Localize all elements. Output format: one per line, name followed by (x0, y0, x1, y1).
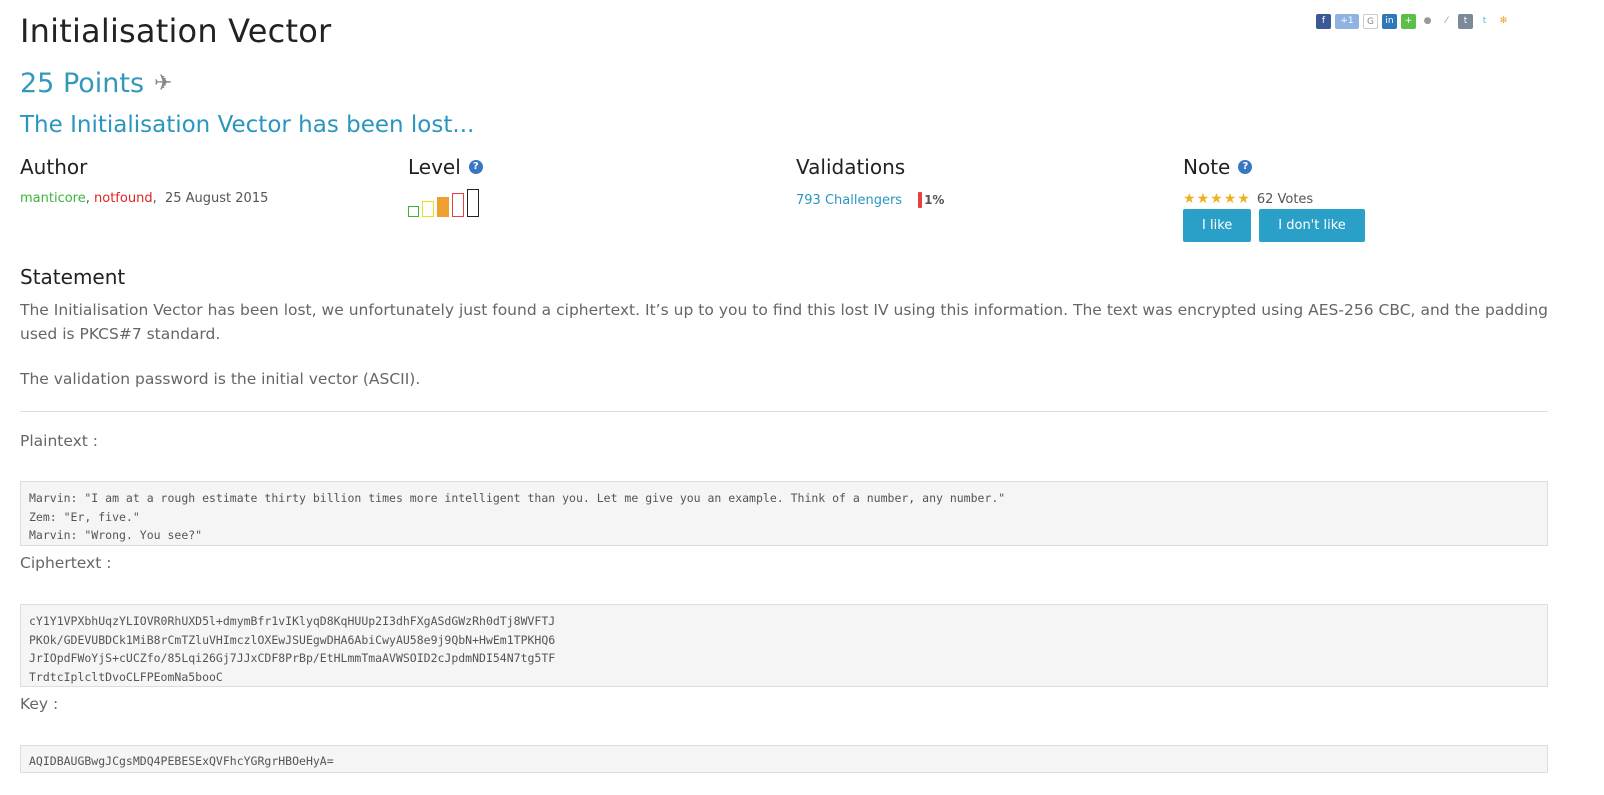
ciphertext-label: Ciphertext : (20, 554, 112, 572)
challengers-link[interactable]: 793 Challengers (796, 193, 902, 208)
help-icon[interactable]: ? (1238, 160, 1253, 174)
level-box-5[interactable] (467, 189, 479, 217)
star-icon: ★ (1223, 191, 1237, 207)
level-box-2[interactable] (422, 201, 434, 217)
validations-column: Validations 793 Challengers 1% (796, 155, 944, 208)
validation-percent: 1% (918, 192, 944, 208)
author-heading-label: Author (20, 155, 88, 179)
plaintext-block[interactable]: Marvin: "I am at a rough estimate thirty… (20, 481, 1548, 546)
points-line: 25 Points ✈ (20, 68, 172, 99)
bug-icon: ✈ (154, 71, 173, 96)
level-column: Level? (408, 155, 483, 217)
plaintext-label: Plaintext : (20, 432, 99, 450)
google-icon[interactable]: G (1363, 14, 1378, 29)
level-box-4[interactable] (452, 193, 464, 217)
divider (20, 411, 1548, 412)
author-column: Author manticore, notfound, 25 August 20… (20, 155, 268, 206)
share-bar: f +1 G in + ● ⁄ t t ✻ (1316, 14, 1511, 29)
validations-heading: Validations (796, 155, 944, 179)
author-date: 25 August 2015 (164, 191, 269, 206)
validations-heading-label: Validations (796, 155, 906, 179)
points-value: 25 Points (20, 68, 145, 99)
linkedin-icon[interactable]: in (1382, 14, 1397, 29)
author-meta: manticore, notfound, 25 August 2015 (20, 191, 268, 206)
facebook-icon[interactable]: f (1316, 14, 1331, 29)
note-heading: Note? (1183, 155, 1365, 179)
level-heading: Level? (408, 155, 483, 179)
percent-value: 1% (924, 193, 945, 207)
tumblr-icon[interactable]: t (1458, 14, 1473, 29)
level-box-3[interactable] (437, 197, 449, 217)
challenge-subtitle: The Initialisation Vector has been lost.… (20, 112, 475, 138)
star-icon: ★ (1196, 191, 1210, 207)
page-title: Initialisation Vector (20, 12, 332, 50)
dislike-button[interactable]: I don't like (1259, 209, 1365, 242)
validations-meta: 793 Challengers 1% (796, 192, 944, 208)
level-indicator (408, 187, 483, 217)
level-box-1[interactable] (408, 206, 419, 217)
key-block[interactable]: AQIDBAUGBwgJCgsMDQ4PEBESExQVFhcYGRgrHBOe… (20, 745, 1548, 773)
author-separator: , (85, 191, 95, 206)
reddit-icon[interactable]: ● (1420, 14, 1435, 29)
google-plus-icon[interactable]: +1 (1335, 14, 1359, 29)
vote-buttons: I like I don't like (1183, 209, 1365, 242)
add-icon[interactable]: + (1401, 14, 1416, 29)
author-separator: , (152, 191, 165, 206)
note-column: Note? ★ ★ ★ ★ ★ 62 Votes I like I don't … (1183, 155, 1365, 242)
author-heading: Author (20, 155, 268, 179)
statement-heading: Statement (20, 265, 126, 289)
rating-stars: ★ ★ ★ ★ ★ 62 Votes (1183, 191, 1365, 207)
star-icon: ★ (1237, 191, 1250, 207)
author-link-2[interactable]: notfound (94, 191, 153, 206)
level-heading-label: Level (408, 155, 461, 179)
more-share-icon[interactable]: ✻ (1496, 14, 1511, 29)
help-icon[interactable]: ? (468, 160, 483, 174)
note-heading-label: Note (1183, 155, 1231, 179)
author-link-1[interactable]: manticore (20, 191, 86, 206)
percent-bar (918, 192, 923, 208)
key-label: Key : (20, 695, 59, 713)
star-icon: ★ (1183, 191, 1196, 207)
like-button[interactable]: I like (1183, 209, 1252, 242)
votes-count: 62 Votes (1256, 191, 1314, 207)
delicious-icon[interactable]: ⁄ (1439, 14, 1454, 29)
star-icon: ★ (1210, 191, 1223, 207)
ciphertext-block[interactable]: cY1Y1VPXbhUqzYLIOVR0RhUXD5l+dmymBfr1vIKl… (20, 604, 1548, 687)
info-row: Author manticore, notfound, 25 August 20… (20, 155, 1548, 245)
validation-paragraph: The validation password is the initial v… (20, 370, 421, 388)
statement-paragraph: The Initialisation Vector has been lost,… (20, 301, 1548, 343)
twitter-icon[interactable]: t (1477, 14, 1492, 29)
